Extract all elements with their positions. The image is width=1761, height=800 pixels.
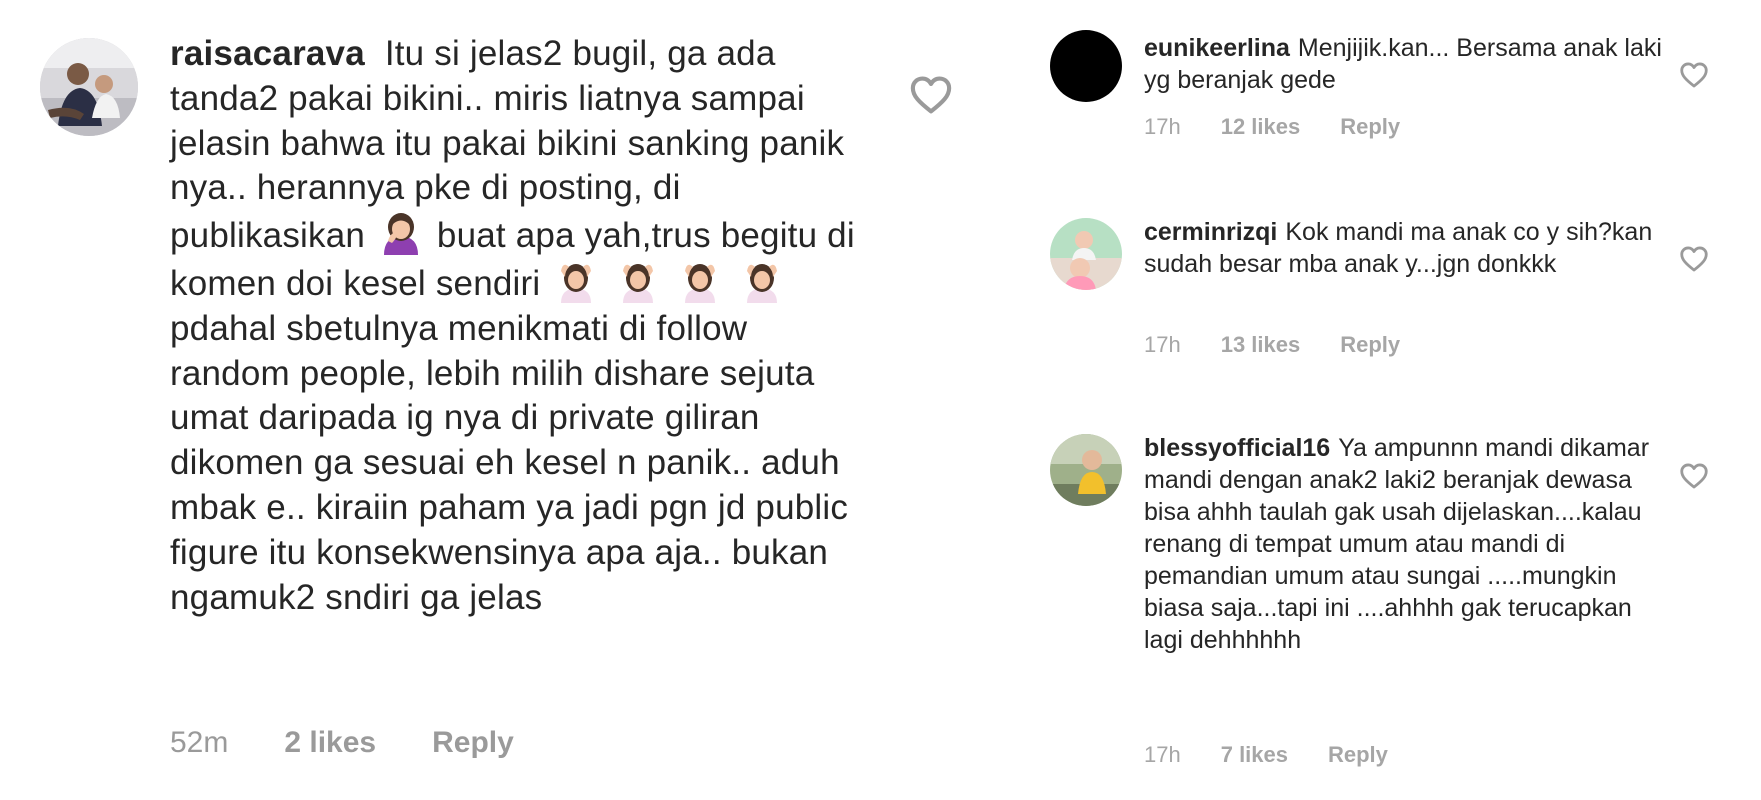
comment-time: 17h: [1144, 742, 1181, 767]
comment-meta: 17h 12 likes Reply: [1144, 114, 1400, 140]
reply-button[interactable]: Reply: [1328, 742, 1388, 768]
comment-username[interactable]: raisacarava: [170, 34, 365, 73]
comment-meta: 17h 7 likes Reply: [1144, 742, 1388, 768]
comment-text-content: Ya ampunnn mandi dikamar mandi dengan an…: [1144, 434, 1650, 654]
comments-list: eunikeerlina Menjijik.kan... Bersama anak…: [1020, 0, 1761, 800]
comment-text-part: pdahal sbetulnya menikmati di follow ran…: [170, 308, 849, 617]
reply-button[interactable]: Reply: [1340, 114, 1400, 140]
ok-woman-emoji: [561, 263, 592, 303]
comment-likes[interactable]: 13 likes: [1221, 332, 1301, 358]
comment-time: 17h: [1144, 114, 1181, 139]
profile-photo-icon: [40, 38, 138, 136]
main-comment: raisacarava Itu si jelas2 bugil, ga ada …: [0, 0, 1000, 800]
avatar[interactable]: [40, 38, 138, 136]
heart-outline-icon[interactable]: [1680, 463, 1708, 489]
comment-meta: 52m 2 likes Reply: [170, 726, 514, 760]
ok-woman-emoji: [685, 263, 716, 303]
comment-likes[interactable]: 7 likes: [1221, 742, 1288, 768]
comment-likes[interactable]: 12 likes: [1221, 114, 1301, 140]
reply-button[interactable]: Reply: [1340, 332, 1400, 358]
comment-text: eunikeerlina Menjijik.kan... Bersama anak…: [1144, 32, 1664, 96]
comment-text: blessyofficial16 Ya ampunnn mandi dikamar…: [1144, 432, 1664, 656]
comment-time: 17h: [1144, 332, 1181, 357]
ok-woman-emoji: [747, 263, 778, 303]
profile-photo-icon: [1050, 434, 1122, 506]
avatar[interactable]: [1050, 30, 1122, 102]
ok-woman-emoji: [623, 263, 654, 303]
heart-outline-icon[interactable]: [910, 76, 952, 114]
comment-username[interactable]: blessyofficial16: [1144, 434, 1330, 462]
avatar[interactable]: [1050, 218, 1122, 290]
comment-username[interactable]: eunikeerlina: [1144, 34, 1290, 62]
profile-photo-icon: [1050, 218, 1122, 290]
comment-time: 52m: [170, 726, 229, 759]
comment-text: raisacarava Itu si jelas2 bugil, ga ada …: [170, 32, 870, 620]
avatar[interactable]: [1050, 434, 1122, 506]
comment-text: cerminrizqi Kok mandi ma anak co y sih?ka…: [1144, 216, 1664, 280]
comment-username[interactable]: cerminrizqi: [1144, 218, 1277, 246]
heart-outline-icon[interactable]: [1680, 246, 1708, 272]
heart-outline-icon[interactable]: [1680, 62, 1708, 88]
facepalm-woman-emoji: [383, 213, 418, 256]
comment-meta: 17h 13 likes Reply: [1144, 332, 1400, 358]
comment-likes[interactable]: 2 likes: [284, 726, 376, 760]
reply-button[interactable]: Reply: [432, 726, 514, 760]
